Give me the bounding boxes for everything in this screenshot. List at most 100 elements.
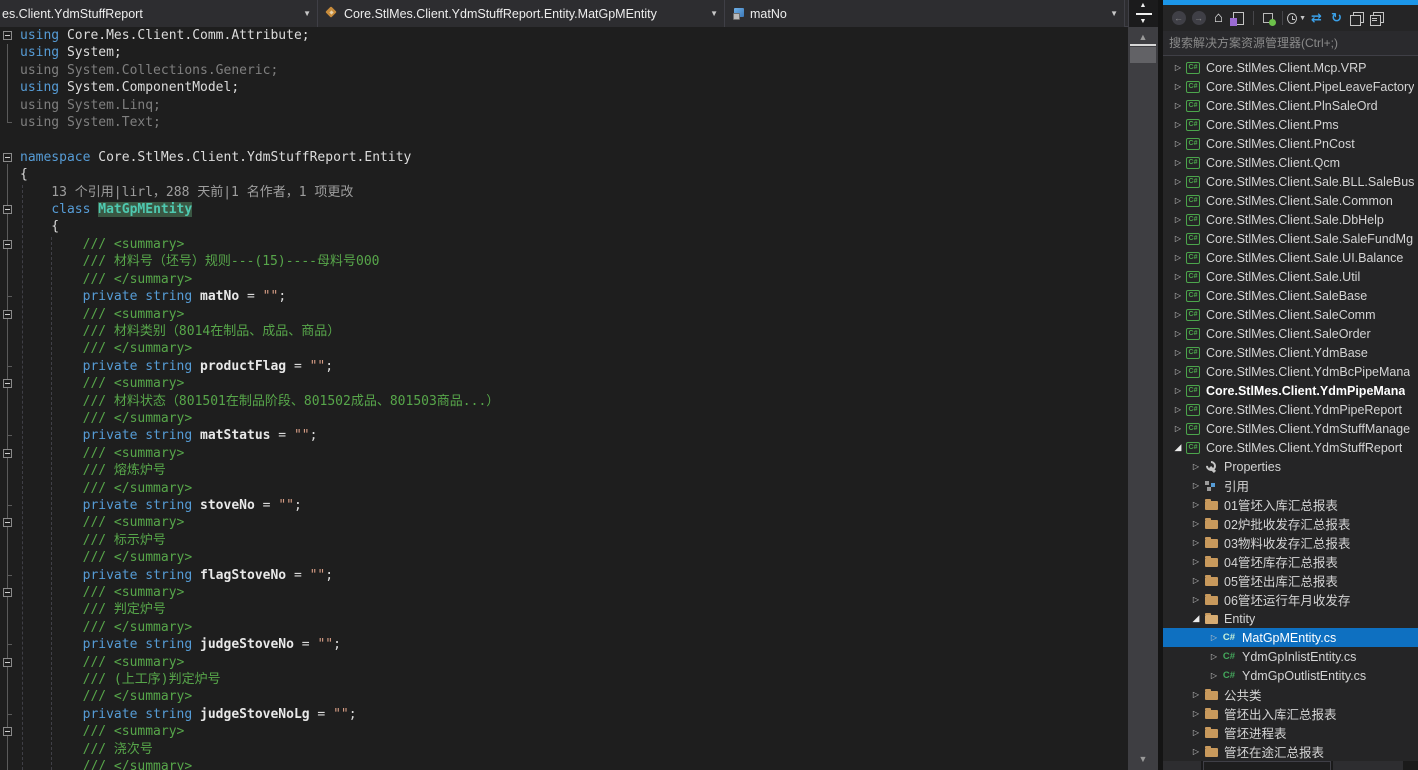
tree-item-properties[interactable]: ▷Properties <box>1163 457 1418 476</box>
tree-item-引用[interactable]: ▷引用 <box>1163 476 1418 495</box>
chevron-expanded-icon[interactable]: ◢ <box>1171 442 1185 453</box>
tree-item-ydmgpoutlistentity-cs[interactable]: ▷C#YdmGpOutlistEntity.cs <box>1163 666 1418 685</box>
chevron-collapsed-icon[interactable]: ▷ <box>1171 215 1185 224</box>
chevron-collapsed-icon[interactable]: ▷ <box>1171 158 1185 167</box>
tree-item-core-stlmes-client-salecomm[interactable]: ▷C#Core.StlMes.Client.SaleComm <box>1163 305 1418 324</box>
pending-changes-filter-icon[interactable]: ▼ <box>1287 9 1306 27</box>
chevron-collapsed-icon[interactable]: ▷ <box>1171 139 1185 148</box>
tree-item-core-stlmes-client-saleorder[interactable]: ▷C#Core.StlMes.Client.SaleOrder <box>1163 324 1418 343</box>
tree-item-05管坯出库汇总报表[interactable]: ▷05管坯出库汇总报表 <box>1163 571 1418 590</box>
fold-toggle-icon[interactable] <box>3 658 12 667</box>
chevron-collapsed-icon[interactable]: ▷ <box>1171 348 1185 357</box>
tree-item-04管坯库存汇总报表[interactable]: ▷04管坯库存汇总报表 <box>1163 552 1418 571</box>
fold-toggle-icon[interactable] <box>3 153 12 162</box>
home-icon[interactable]: ⌂ <box>1209 9 1228 27</box>
fold-toggle-icon[interactable] <box>3 588 12 597</box>
tree-item-管坯出入库汇总报表[interactable]: ▷管坯出入库汇总报表 <box>1163 704 1418 723</box>
tree-item-core-stlmes-client-ydmbase[interactable]: ▷C#Core.StlMes.Client.YdmBase <box>1163 343 1418 362</box>
chevron-collapsed-icon[interactable]: ▷ <box>1171 120 1185 129</box>
fold-toggle-icon[interactable] <box>3 727 12 736</box>
tree-item-entity[interactable]: ◢Entity <box>1163 609 1418 628</box>
chevron-collapsed-icon[interactable]: ▷ <box>1189 595 1203 604</box>
fold-toggle-icon[interactable] <box>3 518 12 527</box>
tool-window-tab[interactable] <box>1203 761 1331 770</box>
tree-item-01管坯入库汇总报表[interactable]: ▷01管坯入库汇总报表 <box>1163 495 1418 514</box>
type-dropdown[interactable]: Core.StlMes.Client.YdmStuffReport.Entity… <box>318 0 725 27</box>
tree-item-core-stlmes-client-plnsaleord[interactable]: ▷C#Core.StlMes.Client.PlnSaleOrd <box>1163 96 1418 115</box>
chevron-collapsed-icon[interactable]: ▷ <box>1189 690 1203 699</box>
tree-item-core-stlmes-client-sale-bll-salebus[interactable]: ▷C#Core.StlMes.Client.Sale.BLL.SaleBus <box>1163 172 1418 191</box>
preview-selected-items-icon[interactable] <box>1258 9 1277 27</box>
tree-item-core-stlmes-client-sale-ui-balance[interactable]: ▷C#Core.StlMes.Client.Sale.UI.Balance <box>1163 248 1418 267</box>
chevron-collapsed-icon[interactable]: ▷ <box>1171 272 1185 281</box>
chevron-collapsed-icon[interactable]: ▷ <box>1171 329 1185 338</box>
tree-item-core-stlmes-client-salebase[interactable]: ▷C#Core.StlMes.Client.SaleBase <box>1163 286 1418 305</box>
code-editor[interactable]: using Core.Mes.Client.Comm.Attribute;usi… <box>0 27 1128 770</box>
chevron-collapsed-icon[interactable]: ▷ <box>1189 728 1203 737</box>
tree-item-core-stlmes-client-ydmpipereport[interactable]: ▷C#Core.StlMes.Client.YdmPipeReport <box>1163 400 1418 419</box>
tree-item-core-stlmes-client-sale-dbhelp[interactable]: ▷C#Core.StlMes.Client.Sale.DbHelp <box>1163 210 1418 229</box>
forward-icon[interactable]: → <box>1189 9 1208 27</box>
chevron-collapsed-icon[interactable]: ▷ <box>1171 291 1185 300</box>
tree-item-matgpmentity-cs[interactable]: ▷C#MatGpMEntity.cs <box>1163 628 1418 647</box>
collapse-all-icon[interactable] <box>1347 9 1366 27</box>
show-all-files-icon[interactable] <box>1367 9 1386 27</box>
sync-icon[interactable]: ⇄ <box>1307 9 1326 27</box>
chevron-collapsed-icon[interactable]: ▷ <box>1207 652 1221 661</box>
chevron-collapsed-icon[interactable]: ▷ <box>1171 253 1185 262</box>
tree-item-03物料收发存汇总报表[interactable]: ▷03物料收发存汇总报表 <box>1163 533 1418 552</box>
scroll-up-icon[interactable]: ▲ <box>1128 30 1158 44</box>
tree-item-02炉批收发存汇总报表[interactable]: ▷02炉批收发存汇总报表 <box>1163 514 1418 533</box>
chevron-expanded-icon[interactable]: ◢ <box>1189 613 1203 624</box>
fold-toggle-icon[interactable] <box>3 310 12 319</box>
chevron-collapsed-icon[interactable]: ▷ <box>1171 405 1185 414</box>
tool-window-tab-strip[interactable] <box>1163 761 1418 770</box>
chevron-collapsed-icon[interactable]: ▷ <box>1171 63 1185 72</box>
editor-vertical-scrollbar[interactable]: ▲ ▼ <box>1128 27 1158 770</box>
fold-toggle-icon[interactable] <box>3 31 12 40</box>
tree-item-core-stlmes-client-ydmbcpipemana[interactable]: ▷C#Core.StlMes.Client.YdmBcPipeMana <box>1163 362 1418 381</box>
tool-window-tab[interactable] <box>1163 761 1201 770</box>
member-dropdown[interactable]: matNo ▼ <box>725 0 1125 27</box>
chevron-collapsed-icon[interactable]: ▷ <box>1171 367 1185 376</box>
tree-item-core-stlmes-client-pncost[interactable]: ▷C#Core.StlMes.Client.PnCost <box>1163 134 1418 153</box>
tree-item-core-stlmes-client-pipeleavefactory[interactable]: ▷C#Core.StlMes.Client.PipeLeaveFactory <box>1163 77 1418 96</box>
tree-item-core-stlmes-client-sale-common[interactable]: ▷C#Core.StlMes.Client.Sale.Common <box>1163 191 1418 210</box>
back-icon[interactable]: ← <box>1169 9 1188 27</box>
split-editor-button[interactable]: ▼ <box>1128 0 1158 27</box>
fold-toggle-icon[interactable] <box>3 240 12 249</box>
search-input[interactable] <box>1163 36 1418 50</box>
chevron-collapsed-icon[interactable]: ▷ <box>1189 500 1203 509</box>
scrollbar-thumb[interactable] <box>1130 47 1156 63</box>
chevron-collapsed-icon[interactable]: ▷ <box>1171 386 1185 395</box>
scroll-down-icon[interactable]: ▼ <box>1128 752 1158 766</box>
tree-item-core-stlmes-client-sale-salefundmg[interactable]: ▷C#Core.StlMes.Client.Sale.SaleFundMg <box>1163 229 1418 248</box>
chevron-collapsed-icon[interactable]: ▷ <box>1207 633 1221 642</box>
chevron-collapsed-icon[interactable]: ▷ <box>1171 424 1185 433</box>
chevron-collapsed-icon[interactable]: ▷ <box>1171 196 1185 205</box>
chevron-collapsed-icon[interactable]: ▷ <box>1189 747 1203 756</box>
fold-toggle-icon[interactable] <box>3 379 12 388</box>
tree-item-core-stlmes-client-ydmstuffmanage[interactable]: ▷C#Core.StlMes.Client.YdmStuffManage <box>1163 419 1418 438</box>
tree-item-core-stlmes-client-pms[interactable]: ▷C#Core.StlMes.Client.Pms <box>1163 115 1418 134</box>
chevron-collapsed-icon[interactable]: ▷ <box>1171 177 1185 186</box>
sync-with-active-document-icon[interactable] <box>1229 9 1248 27</box>
chevron-collapsed-icon[interactable]: ▷ <box>1207 671 1221 680</box>
solution-explorer-search[interactable] <box>1163 31 1418 56</box>
chevron-collapsed-icon[interactable]: ▷ <box>1189 538 1203 547</box>
chevron-collapsed-icon[interactable]: ▷ <box>1171 310 1185 319</box>
tool-window-tab[interactable] <box>1333 761 1403 770</box>
chevron-collapsed-icon[interactable]: ▷ <box>1189 557 1203 566</box>
tree-item-06管坯运行年月收发存[interactable]: ▷06管坯运行年月收发存 <box>1163 590 1418 609</box>
chevron-collapsed-icon[interactable]: ▷ <box>1171 234 1185 243</box>
project-dropdown[interactable]: es.Client.YdmStuffReport ▼ <box>0 0 318 27</box>
refresh-icon[interactable]: ↻ <box>1327 9 1346 27</box>
chevron-collapsed-icon[interactable]: ▷ <box>1171 101 1185 110</box>
chevron-collapsed-icon[interactable]: ▷ <box>1171 82 1185 91</box>
tree-item-core-stlmes-client-qcm[interactable]: ▷C#Core.StlMes.Client.Qcm <box>1163 153 1418 172</box>
chevron-collapsed-icon[interactable]: ▷ <box>1189 519 1203 528</box>
tree-item-管坯在途汇总报表[interactable]: ▷管坯在途汇总报表 <box>1163 742 1418 761</box>
chevron-collapsed-icon[interactable]: ▷ <box>1189 481 1203 490</box>
tree-item-core-stlmes-client-ydmstuffreport[interactable]: ◢C#Core.StlMes.Client.YdmStuffReport <box>1163 438 1418 457</box>
tree-item-ydmgpinlistentity-cs[interactable]: ▷C#YdmGpInlistEntity.cs <box>1163 647 1418 666</box>
